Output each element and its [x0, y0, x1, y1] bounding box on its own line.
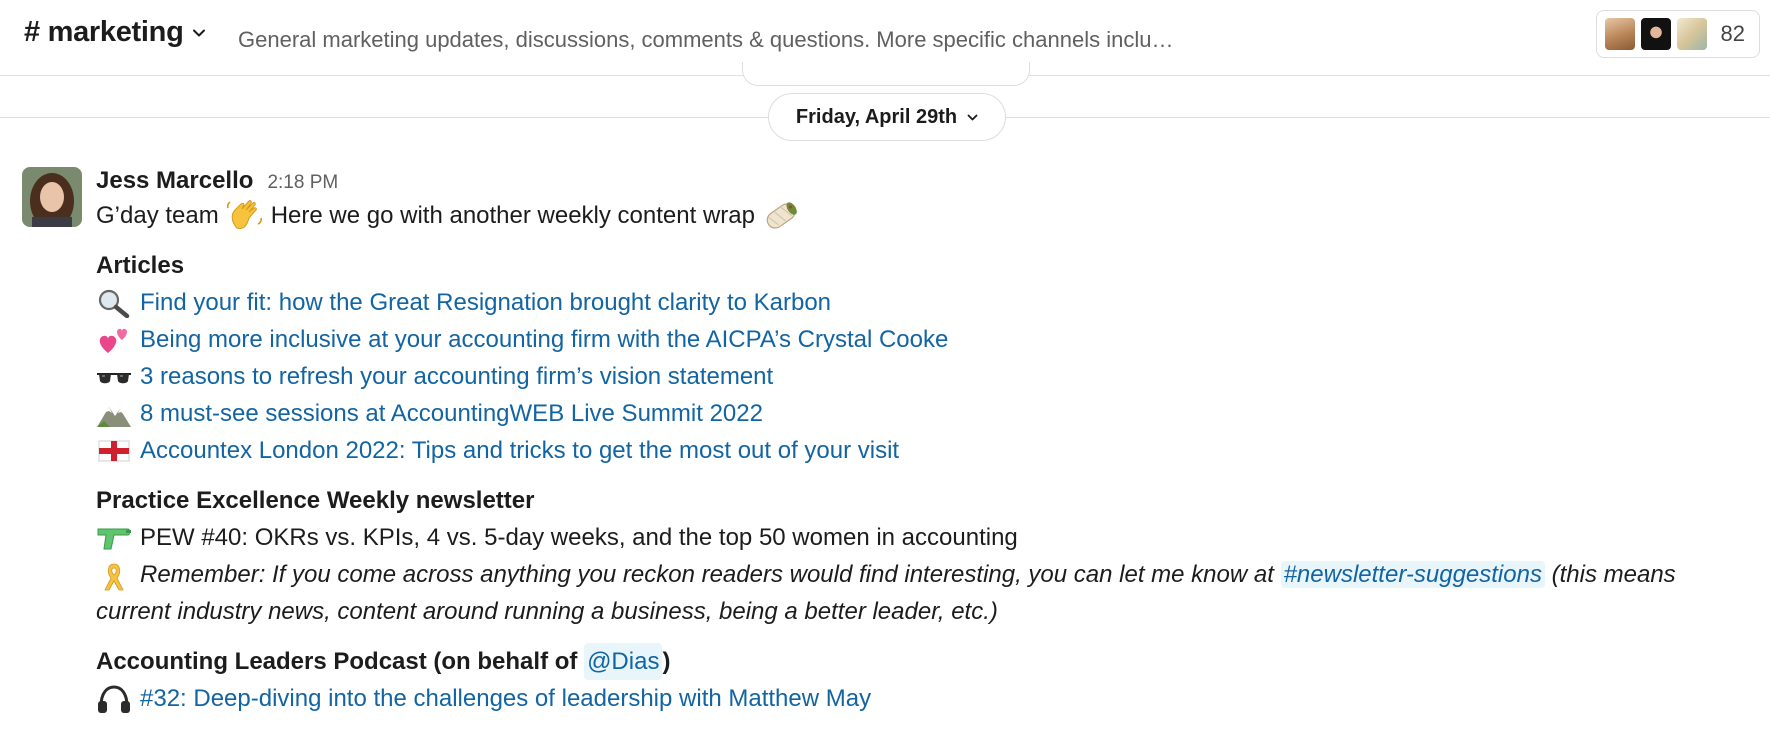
timestamp[interactable]: 2:18 PM: [267, 164, 338, 201]
podcast-heading-end: ): [662, 648, 671, 675]
burrito-icon: [761, 198, 801, 234]
article-link[interactable]: Find your fit: how the Great Resignation…: [140, 284, 831, 321]
newsletter-text: PEW #40: OKRs vs. KPIs, 4 vs. 5-day week…: [140, 524, 1018, 551]
articles-heading: Articles: [96, 252, 185, 279]
article-link[interactable]: Accountex London 2022: Tips and tricks t…: [140, 432, 899, 469]
reminder-text: Remember: If you come across anything yo…: [96, 556, 1746, 630]
article-item: 3 reasons to refresh your accounting fir…: [96, 358, 1746, 395]
member-avatar: [1602, 16, 1637, 52]
channel-topic[interactable]: General marketing updates, discussions, …: [238, 27, 1173, 53]
greeting-text: G’day team: [96, 202, 219, 229]
article-link[interactable]: Being more inclusive at your accounting …: [140, 321, 948, 358]
article-item: Being more inclusive at your accounting …: [96, 321, 1746, 358]
two-hearts-icon: [96, 325, 134, 355]
member-avatar: [1674, 16, 1709, 52]
magnifying-glass-icon: [96, 288, 134, 318]
article-link[interactable]: 8 must-see sessions at AccountingWEB Liv…: [140, 395, 763, 432]
article-link[interactable]: 3 reasons to refresh your accounting fir…: [140, 358, 773, 395]
article-item: Find your fit: how the Great Resignation…: [96, 284, 1746, 321]
member-count: 82: [1720, 21, 1745, 46]
members-button[interactable]: 82: [1595, 10, 1760, 58]
author-name[interactable]: Jess Marcello: [96, 162, 253, 199]
author-avatar[interactable]: [22, 167, 82, 227]
headphones-icon: [96, 684, 134, 714]
chevron-down-icon: [192, 26, 206, 40]
member-avatar: [1638, 16, 1673, 52]
greeting-line: G’day team Here we go with another weekl…: [96, 197, 1746, 234]
podcast-heading-text: Accounting Leaders Podcast (on behalf of: [96, 648, 578, 675]
channel-name-button[interactable]: # marketing: [24, 16, 206, 49]
reminder-text-before: Remember: If you come across anything yo…: [140, 561, 1274, 588]
chevron-down-icon: [967, 112, 978, 123]
article-item: Accountex London 2022: Tips and tricks t…: [96, 432, 1746, 469]
podcast-link[interactable]: #32: Deep-diving into the challenges of …: [140, 680, 871, 717]
waving-hand-icon: [225, 198, 265, 234]
channel-mention[interactable]: #newsletter-suggestions: [1280, 561, 1545, 588]
greeting-text-end: Here we go with another weekly content w…: [270, 202, 755, 229]
reminder-ribbon-icon: [96, 561, 134, 591]
mountain-icon: [96, 399, 134, 429]
water-pistol-icon: [96, 523, 134, 553]
previous-date-pill[interactable]: [742, 62, 1030, 86]
england-flag-icon: [96, 436, 134, 466]
date-label: Friday, April 29th: [795, 105, 958, 128]
sunglasses-icon: [96, 362, 134, 392]
podcast-heading: Accounting Leaders Podcast (on behalf of…: [96, 643, 1746, 680]
date-divider-button[interactable]: Friday, April 29th: [768, 93, 1006, 141]
podcast-item: #32: Deep-diving into the challenges of …: [96, 680, 1746, 717]
channel-name: # marketing: [24, 16, 184, 48]
message: Jess Marcello 2:18 PM G’day team Here we…: [96, 162, 1746, 717]
user-mention[interactable]: @Dias: [584, 643, 663, 680]
newsletter-item: PEW #40: OKRs vs. KPIs, 4 vs. 5-day week…: [96, 519, 1746, 556]
article-item: 8 must-see sessions at AccountingWEB Liv…: [96, 395, 1746, 432]
newsletter-heading: Practice Excellence Weekly newsletter: [96, 487, 535, 514]
